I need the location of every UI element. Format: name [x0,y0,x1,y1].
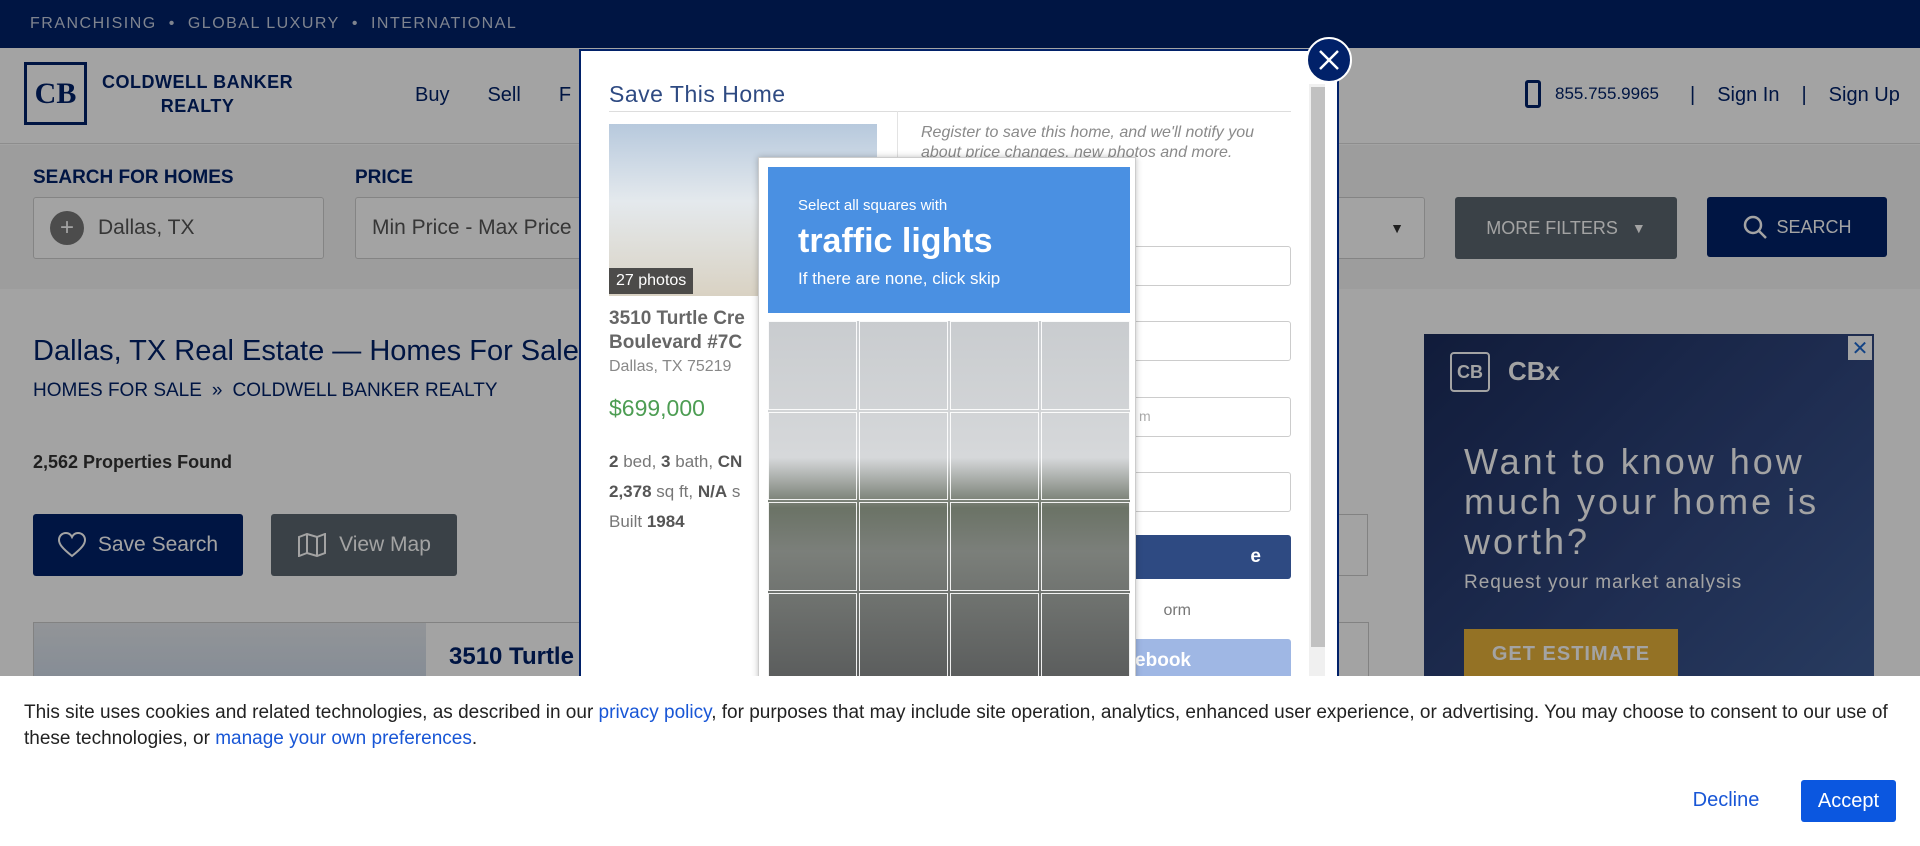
captcha-line-3: If there are none, click skip [798,269,1001,288]
home-price: $699,000 [609,395,705,421]
details-row-3: Built 1984 [609,512,685,531]
captcha-tile[interactable] [1041,502,1130,591]
decline-button[interactable]: Decline [1676,780,1776,820]
modal-divider [609,111,1291,112]
photos-count-badge[interactable]: 27 photos [609,268,694,294]
home-details: 2 bed, 3 bath, CN 2,378 sq ft, N/A s Bui… [609,447,742,537]
x-mark [1319,50,1339,70]
cookie-banner: This site uses cookies and related techn… [0,676,1920,846]
email-hint: m [1139,408,1151,424]
captcha-tile[interactable] [950,411,1039,500]
manage-preferences-link[interactable]: manage your own preferences [215,728,472,749]
captcha-tile[interactable] [859,592,948,681]
captcha-image-grid [768,321,1130,681]
modal-title: Save This Home [609,81,786,107]
captcha-tile[interactable] [1041,411,1130,500]
captcha-tile[interactable] [950,592,1039,681]
captcha-tile[interactable] [950,502,1039,591]
captcha-tile[interactable] [859,502,948,591]
close-icon[interactable] [1306,37,1352,83]
captcha-line-1: Select all squares with [798,197,948,214]
home-city: Dallas, TX 75219 [609,358,732,375]
captcha-tile[interactable] [768,411,857,500]
captcha-tile[interactable] [1041,592,1130,681]
modal-scrollbar-thumb[interactable] [1311,87,1325,647]
captcha-tile[interactable] [1041,321,1130,410]
details-row-2: 2,378 sq ft, N/A s [609,482,741,501]
captcha-tile[interactable] [859,321,948,410]
captcha-tile[interactable] [768,321,857,410]
captcha-target: traffic lights [798,222,993,260]
captcha-tile[interactable] [768,502,857,591]
captcha-instructions: Select all squares with traffic lights I… [768,167,1130,313]
privacy-policy-link[interactable]: privacy policy [599,702,712,723]
cookie-message: This site uses cookies and related techn… [24,702,1888,749]
captcha-challenge: Select all squares with traffic lights I… [758,157,1136,687]
details-row-1: 2 bed, 3 bath, CN [609,452,743,471]
captcha-tile[interactable] [859,411,948,500]
captcha-tile[interactable] [768,592,857,681]
accept-button[interactable]: Accept [1801,780,1896,822]
captcha-tile[interactable] [950,321,1039,410]
